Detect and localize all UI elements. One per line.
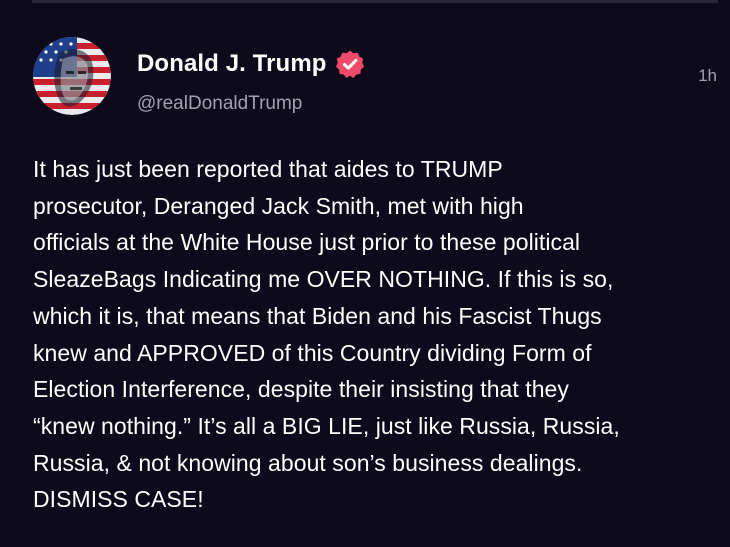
author-name-row: Donald J. Trump	[137, 48, 365, 80]
verified-badge-icon	[335, 49, 365, 79]
author-handle[interactable]: @realDonaldTrump	[137, 92, 302, 116]
author-display-name[interactable]: Donald J. Trump	[137, 48, 327, 80]
avatar[interactable]	[33, 37, 111, 115]
post-timestamp[interactable]: 1h	[698, 66, 717, 86]
post-card: Donald J. Trump @realDonaldTrump 1h It h…	[0, 0, 730, 547]
avatar-image	[33, 37, 111, 115]
post-body-text: It has just been reported that aides to …	[33, 156, 620, 513]
